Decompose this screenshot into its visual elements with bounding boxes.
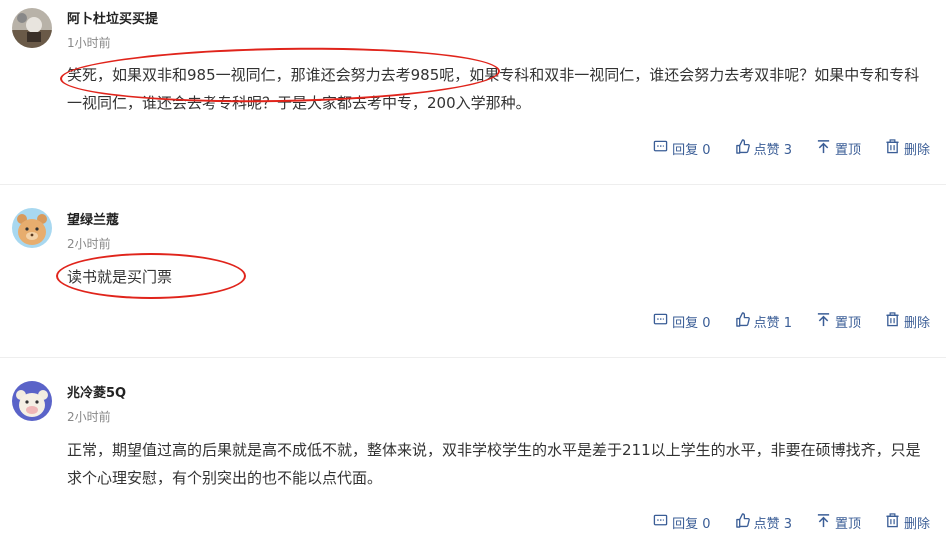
timestamp: 1小时前 [67,36,111,50]
pin-top-button[interactable]: 置顶 [816,513,861,532]
pin-top-label: 置顶 [834,517,861,532]
divider [0,357,946,358]
delete-button[interactable]: 删除 [885,312,930,331]
comment-actions: 回复 0 点赞 3 置顶 删除 [653,139,930,158]
like-label: 点赞 3 [753,517,792,532]
reply-label: 回复 0 [672,316,711,331]
trash-icon [885,513,900,532]
trash-icon [885,312,900,331]
comment-text: 读书就是买门票 [67,268,173,286]
pin-top-icon [816,513,831,532]
avatar[interactable] [12,8,52,48]
delete-button[interactable]: 删除 [885,513,930,532]
comment-text: 正常，期望值过高的后果就是高不成低不就，整体来说，双非学校学生的水平是差于211… [67,441,921,487]
like-label: 点赞 1 [753,316,792,331]
username[interactable]: 望绿兰蔻 [67,209,119,228]
divider [0,184,946,185]
delete-label: 删除 [903,143,930,158]
pin-top-icon [816,139,831,158]
thumbs-up-icon [735,139,750,158]
avatar[interactable] [12,208,52,248]
like-label: 点赞 3 [753,143,792,158]
reply-icon [653,139,668,158]
like-button[interactable]: 点赞 1 [735,312,792,331]
delete-label: 删除 [903,517,930,532]
timestamp: 2小时前 [67,410,111,424]
username[interactable]: 阿卜杜垃买买提 [67,8,158,27]
comment-actions: 回复 0 点赞 3 置顶 删除 [653,513,930,532]
reply-button[interactable]: 回复 0 [653,513,711,532]
pin-top-label: 置顶 [834,143,861,158]
pin-top-button[interactable]: 置顶 [816,312,861,331]
reply-label: 回复 0 [672,517,711,532]
reply-icon [653,312,668,331]
username[interactable]: 兆冷菱5Q [67,382,126,401]
reply-icon [653,513,668,532]
like-button[interactable]: 点赞 3 [735,139,792,158]
pin-top-icon [816,312,831,331]
avatar[interactable] [12,381,52,421]
delete-label: 删除 [903,316,930,331]
reply-button[interactable]: 回复 0 [653,139,711,158]
timestamp: 2小时前 [67,237,111,251]
comment-actions: 回复 0 点赞 1 置顶 删除 [653,312,930,331]
comment-text: 笑死，如果双非和985一视同仁，那谁还会努力去考985呢，如果专科和双非一视同仁… [67,66,920,112]
delete-button[interactable]: 删除 [885,139,930,158]
like-button[interactable]: 点赞 3 [735,513,792,532]
reply-label: 回复 0 [672,143,711,158]
pin-top-label: 置顶 [834,316,861,331]
thumbs-up-icon [735,513,750,532]
reply-button[interactable]: 回复 0 [653,312,711,331]
thumbs-up-icon [735,312,750,331]
trash-icon [885,139,900,158]
pin-top-button[interactable]: 置顶 [816,139,861,158]
